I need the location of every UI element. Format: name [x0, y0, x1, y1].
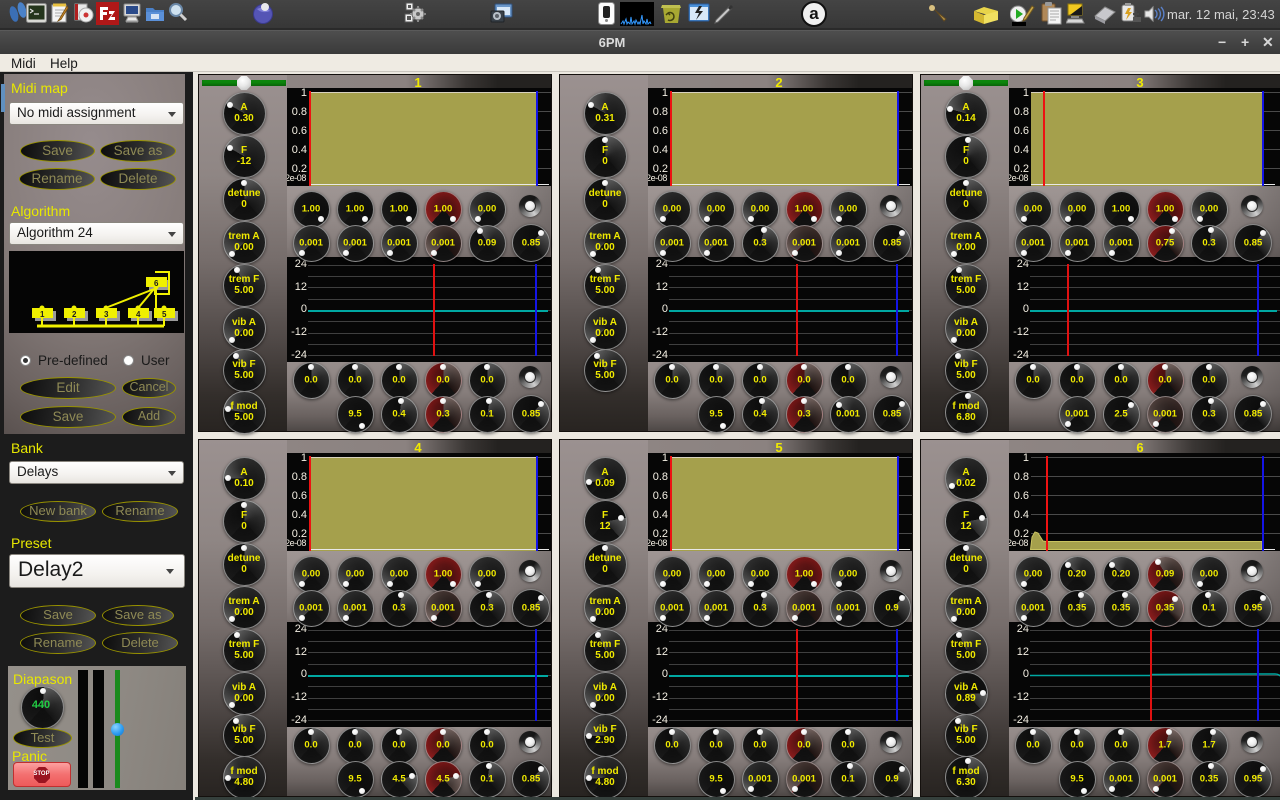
svg-text:3: 3 [104, 310, 109, 319]
svg-text:1: 1 [40, 310, 45, 319]
svg-text:2: 2 [72, 310, 77, 319]
svg-text:5: 5 [162, 310, 167, 319]
svg-text:4: 4 [136, 310, 141, 319]
svg-text:6: 6 [154, 279, 159, 288]
